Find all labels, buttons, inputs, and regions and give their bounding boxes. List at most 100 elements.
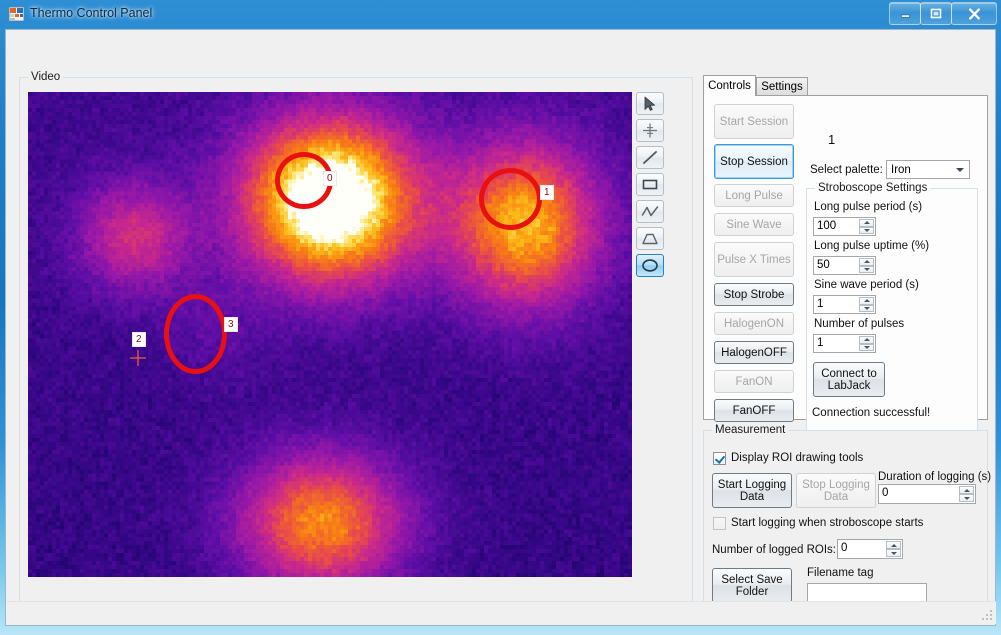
long-pulse-uptime-down[interactable] [859, 265, 874, 273]
minimize-button[interactable] [889, 2, 921, 25]
fan-on-button[interactable]: FanON [714, 370, 794, 393]
measurement-group: Measurement Display ROI drawing tools St… [703, 424, 992, 603]
long-pulse-period-down[interactable] [859, 226, 874, 234]
rectangle-tool[interactable] [636, 173, 664, 196]
long-pulse-period-stepper[interactable]: 100 [813, 217, 876, 236]
number-of-pulses-up[interactable] [859, 336, 874, 344]
filename-tag-label: Filename tag [807, 567, 874, 579]
select-save-folder-button[interactable]: Select Save Folder [712, 568, 792, 603]
roi-shape-1[interactable] [479, 168, 542, 230]
polyline-tool[interactable] [636, 200, 664, 223]
roi-label-0: 0 [323, 171, 337, 186]
session-counter: 1 [828, 132, 836, 147]
autostart-logging-checkbox[interactable] [713, 517, 726, 530]
roi-shape-2[interactable] [130, 350, 146, 366]
maximize-button[interactable] [920, 2, 952, 25]
application-window: Thermo Control Panel Video 0 1 2 3 Contr… [0, 0, 1001, 635]
client-area: Video 0 1 2 3 Controls Settings Start Se… [5, 29, 996, 626]
start-session-button[interactable]: Start Session [714, 104, 794, 139]
display-roi-tools-label: Display ROI drawing tools [731, 452, 864, 464]
thermal-video-canvas[interactable]: 0 1 2 3 [28, 92, 632, 577]
long-pulse-button[interactable]: Long Pulse [714, 184, 794, 207]
ellipse-icon [642, 259, 658, 272]
sine-wave-period-value: 1 [817, 298, 824, 310]
duration-up[interactable] [959, 486, 974, 494]
line-tool[interactable] [636, 146, 664, 169]
palette-select[interactable]: Iron [886, 160, 970, 179]
connection-status: Connection successful! [812, 407, 931, 419]
start-logging-button[interactable]: Start Logging Data [712, 473, 792, 508]
rectangle-icon [642, 179, 658, 190]
duration-of-logging-label: Duration of logging (s) [878, 471, 992, 483]
duration-down[interactable] [959, 494, 974, 502]
point-tool[interactable] [636, 119, 664, 142]
roi-tool-strip [636, 92, 666, 292]
polyline-icon [641, 206, 659, 217]
connect-labjack-button[interactable]: Connect to LabJack [813, 362, 885, 397]
pulse-x-times-button[interactable]: Pulse X Times [714, 242, 794, 277]
crosshair-icon [643, 123, 657, 138]
display-roi-tools-checkbox[interactable] [713, 452, 726, 465]
long-pulse-period-label: Long pulse period (s) [814, 201, 923, 213]
tab-settings[interactable]: Settings [756, 77, 808, 96]
number-of-pulses-stepper[interactable]: 1 [813, 334, 876, 353]
sine-wave-button[interactable]: Sine Wave [714, 213, 794, 236]
sine-wave-period-down[interactable] [859, 304, 874, 312]
sine-wave-period-stepper[interactable]: 1 [813, 295, 876, 314]
autostart-logging-label: Start logging when stroboscope starts [731, 517, 924, 529]
halogen-off-button[interactable]: HalogenOFF [714, 341, 794, 364]
halogen-on-button[interactable]: HalogenON [714, 312, 794, 335]
minimize-icon [890, 3, 920, 24]
close-icon [952, 3, 996, 24]
logged-rois-stepper[interactable]: 0 [837, 539, 903, 559]
stroboscope-group-label: Stroboscope Settings [815, 182, 931, 194]
stop-session-button[interactable]: Stop Session [714, 144, 794, 179]
thermal-image [28, 92, 632, 577]
video-group-label: Video [28, 71, 64, 83]
filename-tag-input[interactable] [807, 583, 927, 603]
logged-rois-down[interactable] [886, 549, 901, 557]
number-of-pulses-value: 1 [817, 337, 824, 349]
fan-off-button[interactable]: FanOFF [714, 399, 794, 422]
long-pulse-period-up[interactable] [859, 219, 874, 227]
number-of-pulses-label: Number of pulses [814, 318, 905, 330]
stop-logging-button[interactable]: Stop Logging Data [796, 473, 876, 508]
video-group: Video 0 1 2 3 [19, 71, 693, 602]
roi-label-3: 3 [224, 317, 238, 332]
maximize-icon [921, 3, 951, 24]
palette-value: Iron [891, 164, 911, 176]
long-pulse-uptime-label: Long pulse uptime (%) [814, 240, 930, 252]
stop-strobe-button[interactable]: Stop Strobe [714, 283, 794, 306]
long-pulse-uptime-stepper[interactable]: 50 [813, 256, 876, 275]
roi-label-1: 1 [540, 185, 554, 200]
right-tab-panel: Controls Settings Start Session Stop Ses… [703, 75, 988, 431]
duration-of-logging-stepper[interactable]: 0 [878, 484, 976, 504]
controls-tab-body: Start Session Stop Session Long Pulse Si… [703, 95, 988, 431]
status-bar [7, 601, 996, 624]
sine-wave-period-up[interactable] [859, 297, 874, 305]
roi-label-2: 2 [132, 332, 146, 347]
window-title: Thermo Control Panel [30, 6, 153, 20]
logged-rois-up[interactable] [886, 541, 901, 549]
polygon-icon [642, 233, 658, 245]
long-pulse-uptime-up[interactable] [859, 258, 874, 266]
number-of-pulses-down[interactable] [859, 343, 874, 351]
ellipse-tool[interactable] [636, 254, 664, 277]
resize-grip-icon[interactable] [980, 608, 994, 622]
palette-label: Select palette: [810, 164, 883, 176]
long-pulse-period-value: 100 [817, 220, 837, 232]
logged-rois-label: Number of logged ROIs: [712, 544, 837, 556]
title-bar[interactable]: Thermo Control Panel [0, 0, 1001, 29]
chevron-down-icon[interactable] [951, 162, 968, 177]
roi-shape-3[interactable] [164, 294, 227, 374]
close-button[interactable] [951, 2, 997, 25]
measurement-group-label: Measurement [712, 424, 789, 436]
sine-wave-period-label: Sine wave period (s) [814, 279, 919, 291]
tab-controls[interactable]: Controls [703, 75, 756, 96]
duration-of-logging-value: 0 [882, 487, 889, 499]
long-pulse-uptime-value: 50 [817, 259, 830, 271]
pointer-tool[interactable] [636, 92, 664, 115]
line-icon [643, 151, 657, 164]
polygon-tool[interactable] [636, 227, 664, 250]
logged-rois-value: 0 [841, 542, 848, 554]
